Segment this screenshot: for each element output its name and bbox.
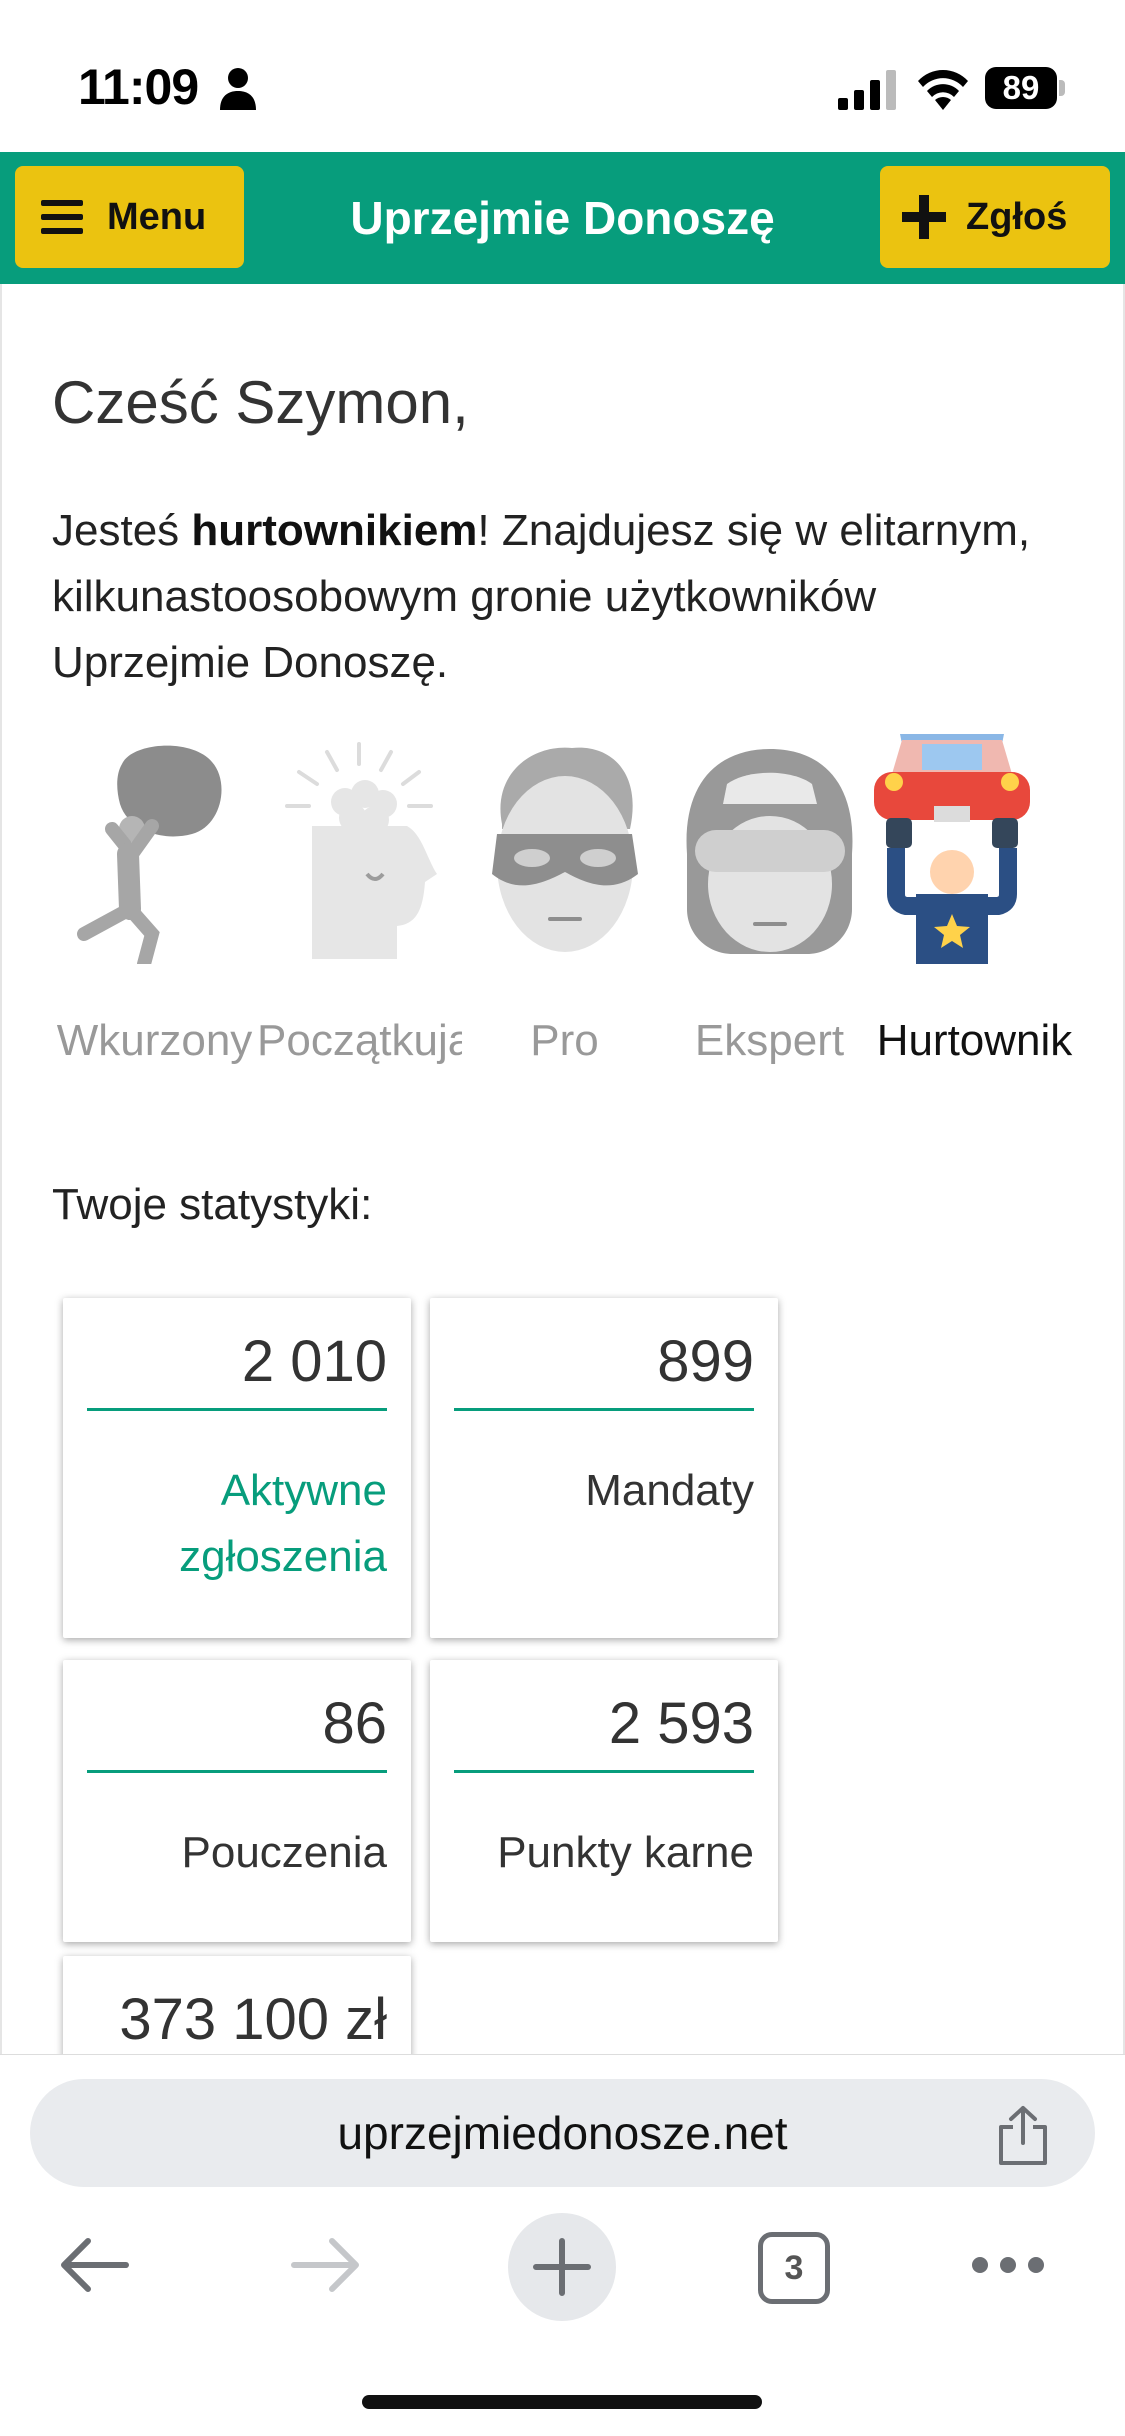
stat-caption: Mandaty [585, 1466, 754, 1515]
more-icon[interactable] [970, 2255, 1046, 2275]
divider [454, 1770, 754, 1773]
level-hurtownik: Hurtownik [872, 734, 1077, 1074]
level-badges: Wkurzony Początkujący [52, 734, 1077, 1074]
level-poczatkujacy: Początkujący [257, 734, 462, 1074]
stat-card-penalty-points: 2 593 Punkty karne [430, 1660, 778, 1942]
menu-label: Menu [107, 195, 207, 238]
masked-hero-icon [492, 747, 638, 952]
level-wkurzony: Wkurzony [52, 734, 257, 1074]
report-label: Zgłoś [966, 195, 1068, 238]
beginner-head-icon [285, 742, 437, 959]
browser-toolbar: uprzejmiedonosze.net 3 [0, 2054, 1125, 2436]
divider [454, 1408, 754, 1411]
plus-icon [533, 2238, 591, 2296]
level-ekspert: Ekspert [667, 734, 872, 1074]
stat-caption: Aktywne zgłoszenia [179, 1466, 387, 1581]
helmet-expert-icon [686, 749, 853, 954]
rank-name: hurtownikiem [191, 506, 478, 555]
address-bar[interactable]: uprzejmiedonosze.net [30, 2079, 1095, 2187]
stat-caption: Punkty karne [497, 1828, 754, 1877]
level-pro: Pro [462, 734, 667, 1074]
divider [87, 1408, 387, 1411]
hamburger-icon [41, 200, 83, 234]
stat-value: 2 593 [608, 1691, 754, 1756]
report-button[interactable]: Zgłoś [880, 166, 1110, 268]
forward-arrow-icon[interactable] [290, 2235, 362, 2295]
stat-value: 373 100 zł [119, 1987, 387, 2052]
cellular-signal-icon [838, 70, 896, 110]
level-label: Wkurzony [56, 1016, 253, 1065]
person-icon [220, 68, 256, 110]
stat-card-fines-amount: 373 100 zł [63, 1956, 411, 2054]
menu-button[interactable]: Menu [15, 166, 244, 268]
greeting: Cześć Szymon, [52, 369, 469, 436]
stat-value: 2 010 [241, 1329, 387, 1394]
new-tab-button[interactable] [508, 2213, 616, 2321]
level-label: Pro [530, 1016, 599, 1065]
stat-card-warnings: 86 Pouczenia [63, 1660, 411, 1942]
level-label: Początkujący [257, 1016, 462, 1065]
back-arrow-icon[interactable] [58, 2235, 130, 2295]
intro-text: Jesteś hurtownikiem! Znajdujesz się w el… [52, 506, 1031, 687]
stat-value: 899 [657, 1329, 754, 1394]
share-icon[interactable] [995, 2105, 1051, 2165]
lifting-car-icon [874, 734, 1030, 964]
battery-icon: 89 [985, 67, 1065, 109]
wifi-icon [918, 70, 968, 110]
level-label: Hurtownik [876, 1016, 1073, 1065]
url-text: uprzejmiedonosze.net [337, 2107, 788, 2159]
status-time: 11:09 [78, 59, 199, 115]
battery-level: 89 [1002, 69, 1040, 106]
divider [87, 1770, 387, 1773]
home-indicator [362, 2395, 762, 2409]
stat-card-fines: 899 Mandaty [430, 1298, 778, 1638]
plus-icon [902, 195, 946, 239]
stat-card-active-reports[interactable]: 2 010 Aktywne zgłoszenia [63, 1298, 411, 1638]
stat-value: 86 [322, 1691, 387, 1756]
stats-heading: Twoje statystyki: [52, 1180, 373, 1229]
app-header: Menu Uprzejmie Donoszę Zgłoś [0, 152, 1125, 284]
stat-caption: Pouczenia [181, 1828, 387, 1877]
main-content: Cześć Szymon, Jesteś hurtownikiem! Znajd… [0, 284, 1125, 2054]
status-bar: 11:09 89 [0, 0, 1125, 150]
level-label: Ekspert [694, 1016, 845, 1065]
tabs-button[interactable]: 3 [758, 2232, 830, 2304]
app-title[interactable]: Uprzejmie Donoszę [250, 152, 875, 284]
angry-boulder-icon [77, 745, 222, 964]
